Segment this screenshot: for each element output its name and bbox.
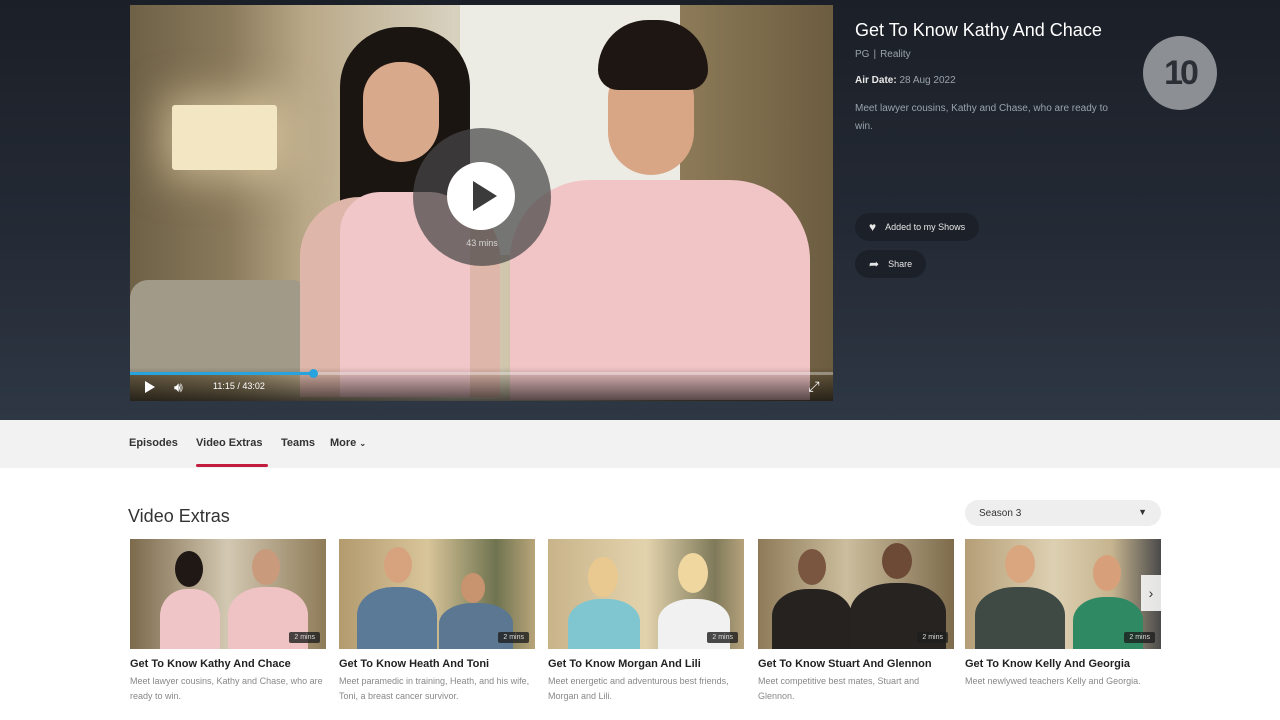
video-card[interactable]: 2 mins Get To Know Morgan And Lili Meet … — [548, 539, 744, 704]
video-lamp — [172, 105, 277, 170]
play-icon — [447, 162, 515, 230]
air-date-value: 28 Aug 2022 — [899, 75, 956, 86]
video-card-title[interactable]: Get To Know Kelly And Georgia — [965, 658, 1161, 670]
hero-section: 43 mins 🔊︎ 11:15 / 43:02 ⤢ Get To Know K… — [0, 0, 1280, 420]
video-card-title[interactable]: Get To Know Morgan And Lili — [548, 658, 744, 670]
video-card-description: Meet lawyer cousins, Kathy and Chase, wh… — [130, 676, 323, 701]
video-card[interactable]: 2 mins Get To Know Kathy And Chace Meet … — [130, 539, 326, 704]
season-select[interactable]: Season 3 ▼ — [965, 500, 1161, 526]
video-card-title[interactable]: Get To Know Stuart And Glennon — [758, 658, 954, 670]
video-card[interactable]: 2 mins Get To Know Heath And Toni Meet p… — [339, 539, 535, 704]
time-display: 11:15 / 43:02 — [213, 381, 265, 391]
progress-bar[interactable] — [130, 369, 833, 378]
progress-handle[interactable] — [309, 369, 319, 378]
fullscreen-icon[interactable]: ⤢ — [805, 377, 823, 395]
episode-meta: PG | Reality — [855, 49, 1145, 60]
tab-bar: Episodes Video Extras Teams More ⌄ — [0, 420, 1280, 468]
share-icon: ➦ — [869, 257, 880, 271]
progress-fill — [130, 372, 314, 375]
tab-teams[interactable]: Teams — [281, 437, 315, 449]
heart-icon: ♥ — [869, 220, 877, 234]
video-duration: 2 mins — [1124, 632, 1155, 643]
video-person-right — [510, 20, 810, 400]
rating-label: PG — [855, 49, 870, 60]
video-card-title[interactable]: Get To Know Heath And Toni — [339, 658, 535, 670]
video-card-title[interactable]: Get To Know Kathy And Chace — [130, 658, 326, 670]
season-select-value: Season 3 — [979, 507, 1022, 519]
share-button[interactable]: ➦ Share — [855, 250, 927, 278]
play-pause-icon[interactable] — [145, 381, 155, 393]
episode-title: Get To Know Kathy And Chace — [855, 20, 1102, 40]
episode-info: Get To Know Kathy And Chace PG | Reality A… — [855, 20, 1145, 136]
my-shows-button[interactable]: ♥ Added to my Shows — [855, 213, 980, 241]
carousel-next-icon[interactable]: › — [1141, 575, 1161, 611]
section-title: Video Extras — [128, 506, 230, 526]
video-duration: 2 mins — [289, 632, 320, 643]
video-card-description: Meet newlywed teachers Kelly and Georgia… — [965, 676, 1141, 686]
video-card-description: Meet paramedic in training, Heath, and h… — [339, 676, 530, 701]
player-controls: 🔊︎ 11:15 / 43:02 ⤢ — [130, 367, 833, 401]
chevron-down-icon: ⌄ — [359, 439, 367, 448]
volume-icon[interactable]: 🔊︎ — [174, 379, 194, 395]
active-tab-indicator — [196, 464, 268, 467]
genre-label: Reality — [880, 49, 911, 60]
video-card[interactable]: 2 mins Get To Know Stuart And Glennon Me… — [758, 539, 954, 704]
big-play-button[interactable]: 43 mins — [413, 128, 551, 266]
tab-episodes[interactable]: Episodes — [129, 437, 178, 449]
video-player[interactable]: 43 mins 🔊︎ 11:15 / 43:02 ⤢ — [130, 5, 833, 401]
video-thumbnail[interactable]: 2 mins — [758, 539, 954, 649]
my-shows-label: Added to my Shows — [885, 222, 966, 232]
channel-10-logo: 10 — [1143, 36, 1217, 110]
video-duration: 2 mins — [707, 632, 738, 643]
tab-more-label: More — [330, 437, 357, 449]
video-thumbnail[interactable]: 2 mins — [548, 539, 744, 649]
video-card-description: Meet energetic and adventurous best frie… — [548, 676, 729, 701]
video-thumbnail[interactable]: 2 mins — [965, 539, 1161, 649]
tab-more[interactable]: More ⌄ — [330, 437, 366, 449]
air-date: Air Date: 28 Aug 2022 — [855, 75, 1145, 86]
video-duration-badge: 43 mins — [466, 238, 498, 248]
video-duration: 2 mins — [498, 632, 529, 643]
meta-separator: | — [873, 49, 877, 60]
tab-video-extras[interactable]: Video Extras — [196, 437, 262, 449]
air-date-label: Air Date: — [855, 75, 897, 86]
episode-description: Meet lawyer cousins, Kathy and Chase, wh… — [855, 103, 1108, 132]
video-thumbnail[interactable]: 2 mins — [130, 539, 326, 649]
video-card-description: Meet competitive best mates, Stuart and … — [758, 676, 920, 701]
chevron-down-icon: ▼ — [1138, 507, 1147, 517]
video-card[interactable]: 2 mins Get To Know Kelly And Georgia Mee… — [965, 539, 1161, 689]
share-label: Share — [888, 259, 913, 269]
video-thumbnail[interactable]: 2 mins — [339, 539, 535, 649]
video-duration: 2 mins — [917, 632, 948, 643]
